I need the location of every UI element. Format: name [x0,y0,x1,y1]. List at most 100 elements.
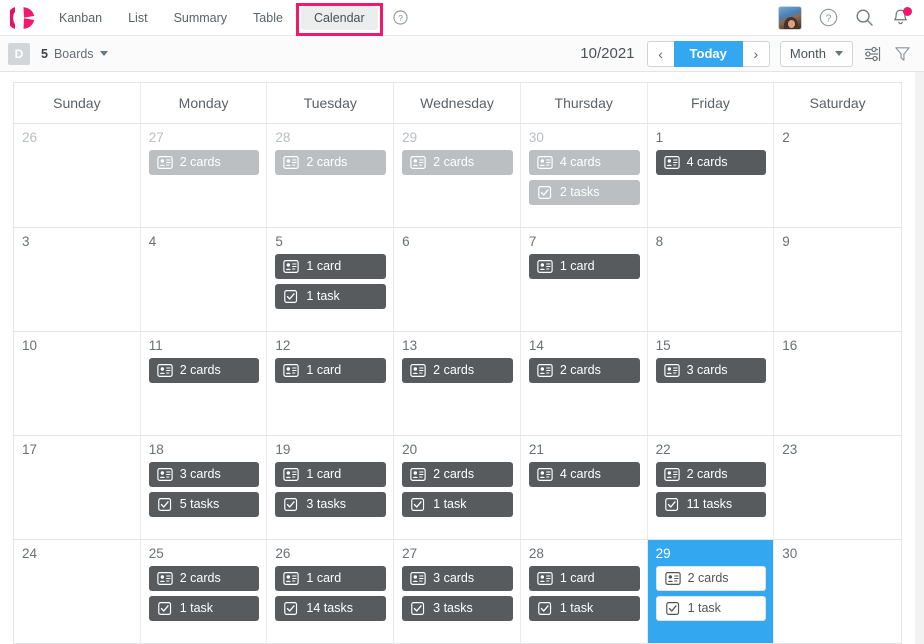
cards-count-badge[interactable]: 3 cards [148,461,260,487]
calendar-day-cell[interactable]: 11 2 cards [140,332,268,435]
cards-count-badge[interactable]: 2 cards [402,357,513,383]
cards-count-badge[interactable]: 1 card [275,565,387,591]
day-number: 11 [148,338,163,353]
next-month-button[interactable]: › [742,40,770,67]
calendar-day-cell[interactable]: 9 [774,228,901,331]
calendar-day-cell[interactable]: 18 3 cards 5 tasks [140,436,268,539]
user-avatar[interactable] [778,5,802,30]
calendar-day-cell-today[interactable]: 29 2 cards 1 task [647,540,775,643]
cards-count-badge[interactable]: 4 cards [528,149,640,175]
calendar-day-cell[interactable]: 6 [394,228,521,331]
calendar-day-cell[interactable]: 20 2 cards 1 task [394,436,521,539]
calendar-day-cell[interactable]: 17 [14,436,141,539]
calendar-day-cell[interactable]: 15 3 cards [647,332,775,435]
tab-summary[interactable]: Summary [161,6,240,30]
cards-count-badge[interactable]: 2 cards [528,357,640,383]
tab-calendar[interactable]: Calendar [300,5,378,30]
tasks-count-badge[interactable]: 1 task [528,595,640,621]
badge-label: 2 cards [559,363,601,377]
tasks-count-badge[interactable]: 2 tasks [528,179,640,205]
question-circle-icon[interactable]: ? [393,10,409,26]
calendar-day-cell[interactable]: 22 2 cards 11 tasks [647,436,775,539]
calendar-day-cell[interactable]: 3 [14,228,141,331]
boards-dropdown[interactable]: 5 Boards [41,47,108,61]
calendar-day-cell[interactable]: 28 2 cards [267,124,395,227]
cards-count-badge[interactable]: 2 cards [402,149,513,175]
cards-icon [663,155,680,170]
cards-count-badge[interactable]: 1 card [275,253,387,279]
cards-count-badge[interactable]: 2 cards [275,149,387,175]
calendar-day-cell[interactable]: 25 2 cards 1 task [140,540,268,643]
cards-count-badge[interactable]: 2 cards [402,461,513,487]
calendar-day-cell[interactable]: 5 1 card 1 task [267,228,395,331]
sliders-icon[interactable] [863,44,883,64]
calendar-day-cell[interactable]: 21 4 cards [520,436,648,539]
bell-icon[interactable] [891,7,912,27]
help-circle-icon[interactable]: ? [819,8,838,27]
badge-label: 1 task [687,601,721,615]
cards-icon [157,363,173,378]
tasks-count-badge[interactable]: 14 tasks [275,595,387,621]
calendar-day-cell[interactable]: 28 1 card 1 task [520,540,648,643]
cards-count-badge[interactable]: 2 cards [148,357,260,383]
calendar-day-cell[interactable]: 27 2 cards [140,124,268,227]
calendar-day-cell[interactable]: 8 [647,228,775,331]
calendar-day-cell[interactable]: 19 1 card 3 tasks [267,436,395,539]
calendar-day-cell[interactable]: 14 2 cards [520,332,648,435]
kanbanize-k-logo-icon[interactable] [0,0,46,36]
cards-count-badge[interactable]: 3 cards [655,357,767,383]
tab-table[interactable]: Table [240,6,296,30]
search-icon[interactable] [855,8,874,27]
tab-kanban[interactable]: Kanban [46,6,115,30]
tasks-count-badge[interactable]: 1 task [655,595,767,621]
chevron-down-icon [99,51,108,56]
cards-count-badge[interactable]: 2 cards [655,461,767,487]
cards-count-badge[interactable]: 2 cards [148,565,260,591]
calendar-day-cell[interactable]: 27 3 cards 3 tasks [394,540,521,643]
cards-count-badge[interactable]: 3 cards [402,565,513,591]
cards-count-badge[interactable]: 2 cards [148,149,260,175]
calendar-day-cell[interactable]: 12 1 card [267,332,395,435]
calendar-day-cell[interactable]: 2 [774,124,901,227]
tasks-count-badge[interactable]: 1 task [402,491,513,517]
board-avatar-badge[interactable]: D [8,42,30,65]
cards-count-badge[interactable]: 1 card [528,253,640,279]
badge-label: 1 task [306,289,340,303]
cards-count-badge[interactable]: 4 cards [655,149,767,175]
calendar-day-cell[interactable]: 10 [14,332,141,435]
calendar-day-cell[interactable]: 7 1 card [520,228,648,331]
calendar-day-cell[interactable]: 30 4 cards 2 tasks [520,124,648,227]
day-number: 27 [148,130,164,145]
badge-label: 1 card [306,363,342,377]
today-button[interactable]: Today [673,40,743,67]
cards-count-badge[interactable]: 4 cards [528,461,640,487]
tasks-count-badge[interactable]: 11 tasks [655,491,767,517]
calendar-day-cell[interactable]: 26 [14,124,141,227]
calendar-day-cell[interactable]: 16 [774,332,901,435]
tasks-count-badge[interactable]: 5 tasks [148,491,260,517]
view-mode-dropdown[interactable]: Month [779,40,853,67]
tab-list[interactable]: List [115,6,160,30]
calendar-day-cell[interactable]: 1 4 cards [647,124,775,227]
cards-count-badge[interactable]: 1 card [528,565,640,591]
tasks-count-badge[interactable]: 3 tasks [275,491,387,517]
badge-label: 1 task [433,497,467,511]
filter-funnel-icon[interactable] [893,44,912,63]
calendar-day-cell[interactable]: 30 [774,540,901,643]
calendar-day-cell[interactable]: 26 1 card 14 tasks [267,540,395,643]
day-number: 7 [528,234,537,249]
tasks-count-badge[interactable]: 3 tasks [402,595,513,621]
calendar-day-cell[interactable]: 4 [140,228,268,331]
calendar-day-cell[interactable]: 24 [14,540,141,643]
calendar-day-cell[interactable]: 23 [774,436,901,539]
cards-count-badge[interactable]: 1 card [275,461,387,487]
calendar-day-cell[interactable]: 29 2 cards [394,124,521,227]
cards-count-badge[interactable]: 1 card [275,357,387,383]
previous-month-button[interactable]: ‹ [646,40,674,67]
tasks-count-badge[interactable]: 1 task [275,283,387,309]
cards-icon [410,155,426,170]
tasks-count-badge[interactable]: 1 task [148,595,260,621]
calendar-day-cell[interactable]: 13 2 cards [394,332,521,435]
top-right-actions: ? [778,5,924,30]
cards-count-badge[interactable]: 2 cards [655,565,767,591]
